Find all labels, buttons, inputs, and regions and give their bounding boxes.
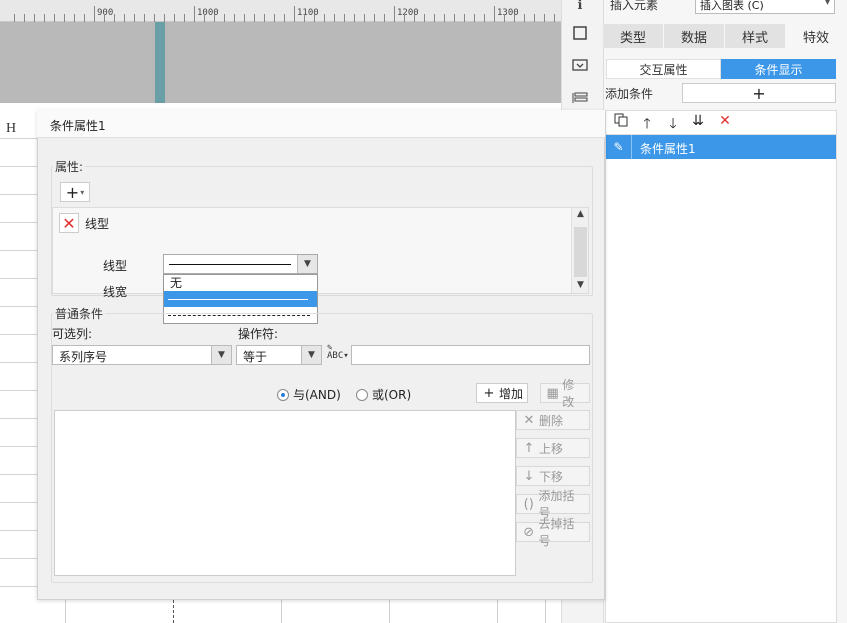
tab-type[interactable]: 类型 <box>603 24 664 48</box>
delete-property-icon[interactable]: ✕ <box>59 213 79 233</box>
chevron-down-icon: ▾ <box>824 0 830 8</box>
radio-selected-icon <box>277 388 289 401</box>
property-list <box>52 207 589 294</box>
close-icon: ✕ <box>523 412 535 428</box>
add-condition-button[interactable]: + <box>682 83 836 103</box>
remove-bracket-label: 去掉括号 <box>538 517 575 548</box>
column-select[interactable]: 系列序号 ▼ <box>52 345 232 365</box>
modify-button-label: 修改 <box>562 378 575 409</box>
column-select-value: 系列序号 <box>59 350 108 364</box>
operator-select-value: 等于 <box>243 350 268 364</box>
value-type-icon[interactable]: ✎ ABC▾ <box>327 344 349 364</box>
panel-tabs: 类型 数据 样式 特效 <box>603 24 847 48</box>
arrow-down-icon: ↓ <box>523 468 535 484</box>
ruler-tick <box>94 6 95 22</box>
dropdown-widget-icon[interactable] <box>571 56 589 74</box>
ruler-tick <box>194 6 195 22</box>
add-bracket-button[interactable]: () 添加括号 <box>516 489 590 520</box>
move-down-button[interactable]: ↓ 下移 <box>516 466 590 486</box>
line-width-label: 线宽 <box>103 285 128 299</box>
property-scrollbar[interactable]: ▲ ▼ <box>571 208 588 293</box>
selection-marker[interactable] <box>155 22 165 103</box>
condition-list-item[interactable]: ✎ 条件属性1 <box>606 135 836 159</box>
properties-group-label: 属性: <box>53 158 86 175</box>
modify-button[interactable]: ▦ 修改 <box>540 378 590 409</box>
chevron-down-icon[interactable]: ▼ <box>211 346 231 364</box>
dialog-title-bar[interactable] <box>37 110 605 138</box>
option-none[interactable]: 无 <box>164 275 317 291</box>
horizontal-ruler: 900 1000 1100 1200 1300 <box>0 0 561 22</box>
ruler-tick <box>294 6 295 22</box>
scrollbar-thumb[interactable] <box>574 227 587 277</box>
layers-icon[interactable] <box>571 89 589 107</box>
line-type-select[interactable]: ▼ <box>163 254 318 274</box>
add-condition-label: 添加条件 <box>605 87 654 101</box>
scroll-down-icon[interactable]: ▼ <box>572 280 589 290</box>
tab-effects[interactable]: 特效 <box>786 24 847 48</box>
condition-item-label: 条件属性1 <box>640 142 696 156</box>
common-conditions-label: 普通条件 <box>53 305 106 322</box>
operator-label: 操作符: <box>238 327 279 341</box>
solid-line-preview <box>168 299 308 300</box>
condition-list <box>605 134 837 623</box>
info-icon[interactable]: ℹ <box>571 0 589 14</box>
dialog-title: 条件属性1 <box>50 119 106 133</box>
plus-icon: + <box>65 182 80 202</box>
move-to-bottom-icon[interactable]: ⇊ <box>689 113 707 129</box>
scroll-up-icon[interactable]: ▲ <box>572 209 589 219</box>
add-property-button[interactable]: + ▾ <box>60 182 90 202</box>
chevron-down-icon[interactable]: ▼ <box>297 255 317 273</box>
add-button[interactable]: + 增加 <box>476 383 528 403</box>
subtab-conditional-display[interactable]: 条件显示 <box>721 59 836 79</box>
ruler-label: 1000 <box>197 8 219 18</box>
ruler-label: 1100 <box>297 8 319 18</box>
available-columns-label: 可选列: <box>52 327 93 341</box>
line-type-label: 线型 <box>103 259 128 273</box>
ruler-label: 900 <box>97 8 114 18</box>
delete-condition-icon[interactable]: ✕ <box>716 113 734 129</box>
bracket-icon: () <box>523 496 534 512</box>
solid-line-preview <box>169 264 291 265</box>
radio-and-label: 与(AND) <box>293 388 341 402</box>
radio-or[interactable]: 或(OR) <box>356 386 411 403</box>
edit-pencil-icon[interactable]: ✎ <box>606 135 632 159</box>
chevron-down-icon[interactable]: ▼ <box>301 346 321 364</box>
rectangle-icon[interactable] <box>571 24 589 42</box>
ruler-label: 1200 <box>397 8 419 18</box>
ruler-tick <box>394 6 395 22</box>
insert-element-label: 插入元素 <box>610 0 659 12</box>
copy-icon[interactable] <box>612 113 630 131</box>
remove-bracket-icon: ⊘ <box>523 524 535 540</box>
move-up-button[interactable]: ↑ 上移 <box>516 438 590 458</box>
subtab-interaction[interactable]: 交互属性 <box>606 59 721 79</box>
insert-select-value: 插入图表 (C) <box>700 0 764 12</box>
radio-or-label: 或(OR) <box>372 388 412 402</box>
modify-icon: ▦ <box>546 385 559 401</box>
arrow-up-icon: ↑ <box>523 440 535 456</box>
move-up-label: 上移 <box>539 441 564 456</box>
radio-unselected-icon <box>356 388 368 401</box>
condition-list-box[interactable] <box>54 410 516 576</box>
remove-bracket-button[interactable]: ⊘ 去掉括号 <box>516 517 590 548</box>
option-solid-line[interactable] <box>164 291 317 307</box>
column-header-h: H <box>6 121 17 136</box>
operator-select[interactable]: 等于 ▼ <box>236 345 322 365</box>
insert-chart-select[interactable]: 插入图表 (C) ▾ <box>695 0 835 14</box>
tab-style[interactable]: 样式 <box>725 24 786 48</box>
radio-and[interactable]: 与(AND) <box>277 386 341 403</box>
ruler-label: 1300 <box>497 8 519 18</box>
plus-icon: + <box>483 385 495 401</box>
delete-button[interactable]: ✕ 删除 <box>516 410 590 430</box>
delete-button-label: 删除 <box>539 413 564 428</box>
tab-data[interactable]: 数据 <box>664 24 725 48</box>
property-name: 线型 <box>85 217 110 231</box>
move-down-label: 下移 <box>539 469 564 484</box>
chart-preview-area <box>0 22 561 103</box>
ruler-tick <box>494 6 495 22</box>
chevron-down-icon: ▾ <box>80 187 85 197</box>
add-button-label: 增加 <box>499 386 524 401</box>
condition-value-input[interactable] <box>351 345 590 365</box>
